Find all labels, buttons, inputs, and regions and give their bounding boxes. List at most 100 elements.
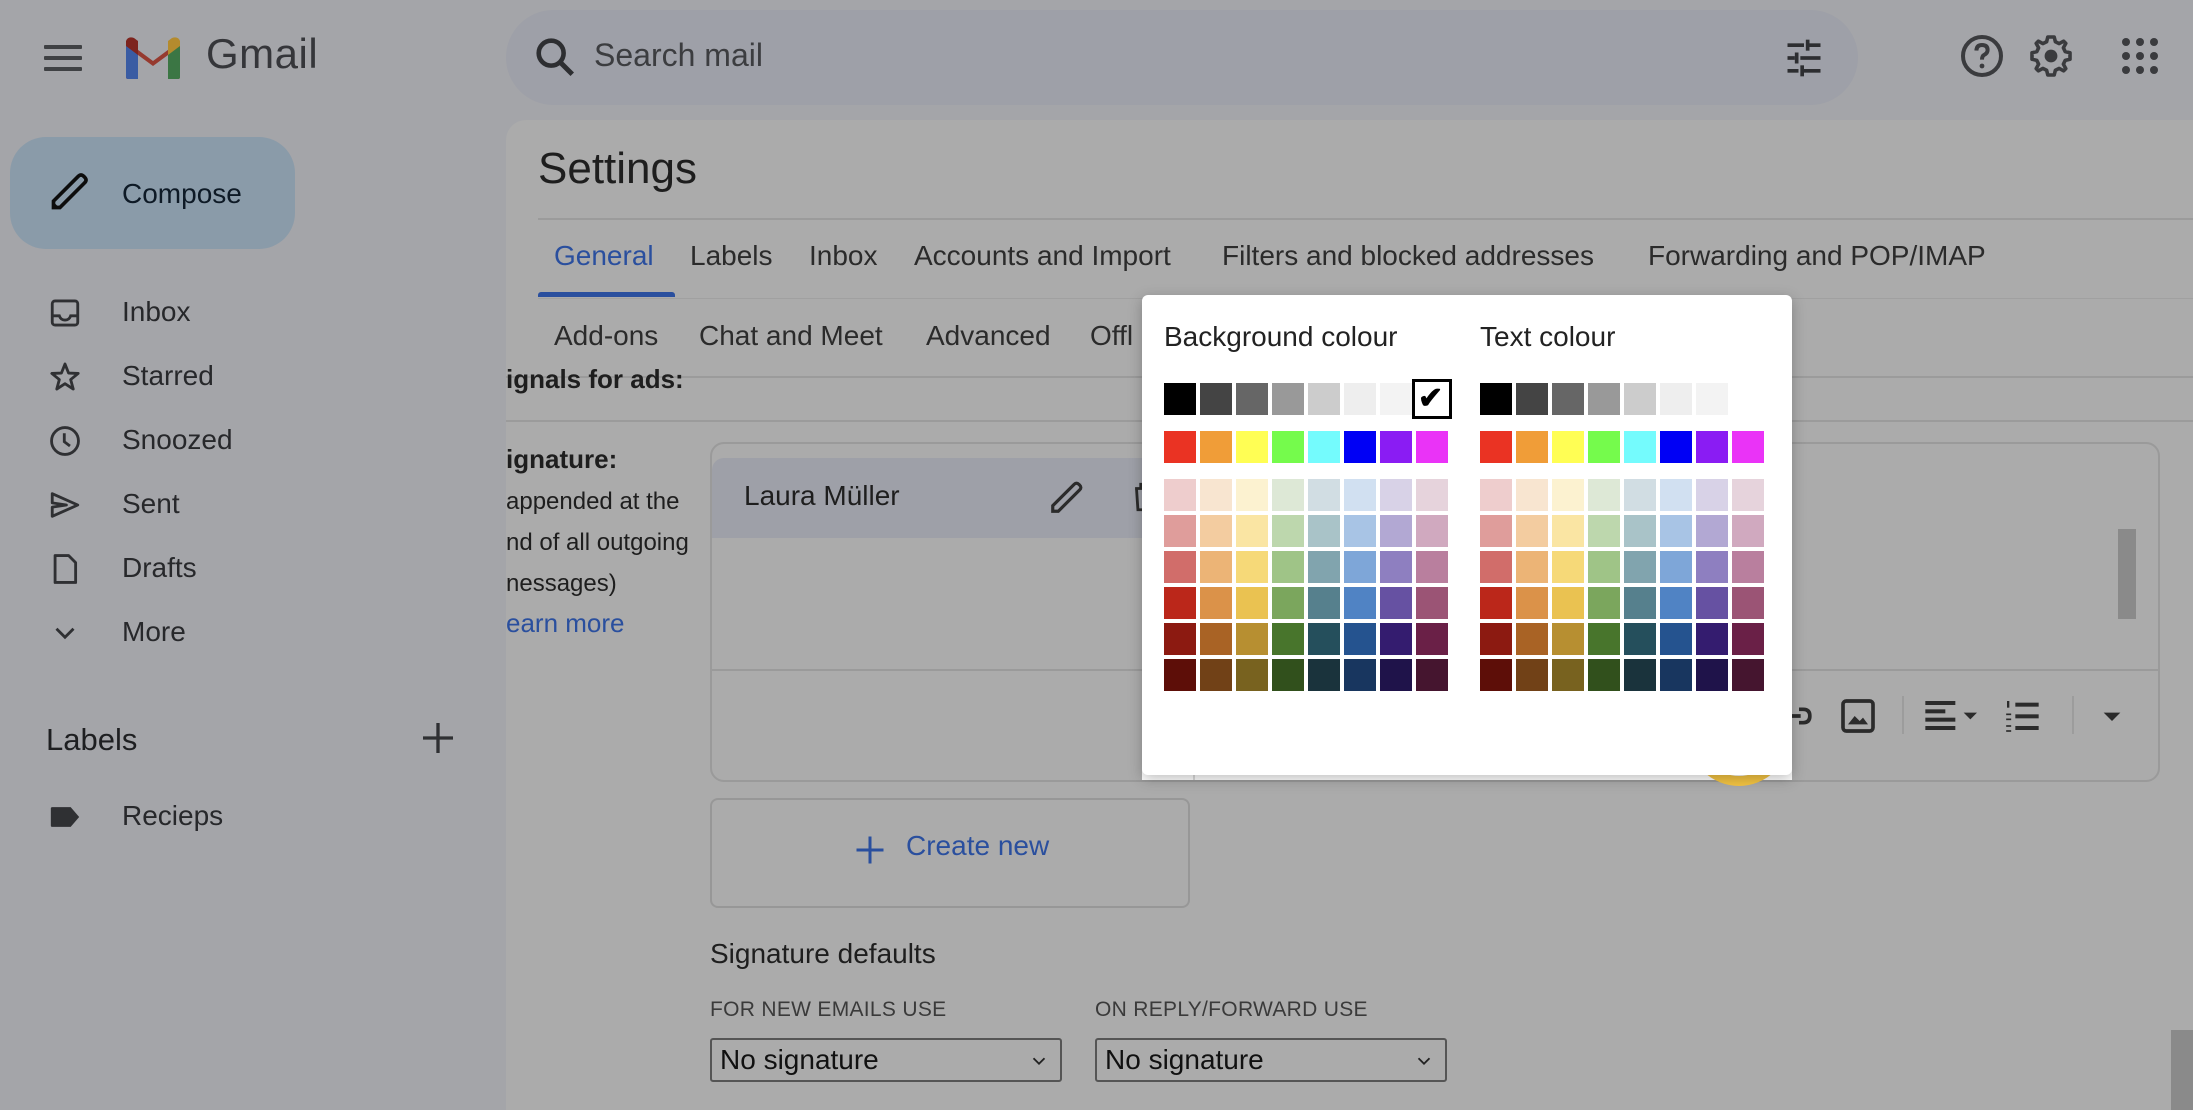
tab-advanced[interactable]: Advanced <box>926 320 1051 352</box>
gmail-logo-icon[interactable] <box>122 33 184 81</box>
bg-colour-swatch[interactable] <box>1380 623 1412 655</box>
bg-colour-swatch[interactable] <box>1164 623 1196 655</box>
bg-colour-swatch[interactable] <box>1236 587 1268 619</box>
bg-colour-swatch[interactable] <box>1380 587 1412 619</box>
text-colour-swatch[interactable] <box>1696 515 1728 547</box>
bg-colour-swatch[interactable] <box>1416 659 1448 691</box>
bg-colour-swatch[interactable] <box>1236 551 1268 583</box>
bg-colour-swatch[interactable] <box>1164 479 1196 511</box>
text-colour-swatch[interactable] <box>1516 383 1548 415</box>
text-colour-swatch[interactable] <box>1660 551 1692 583</box>
text-colour-swatch[interactable] <box>1588 659 1620 691</box>
tab-forwarding[interactable]: Forwarding and POP/IMAP <box>1648 240 1986 272</box>
apps-grid-icon[interactable] <box>2116 32 2164 80</box>
tab-inbox[interactable]: Inbox <box>809 240 878 272</box>
text-colour-swatch[interactable] <box>1480 659 1512 691</box>
bg-colour-swatch[interactable]: ✔ <box>1412 379 1452 419</box>
tab-labels[interactable]: Labels <box>690 240 773 272</box>
text-colour-swatch[interactable] <box>1696 383 1728 415</box>
bg-colour-swatch[interactable] <box>1236 659 1268 691</box>
text-colour-swatch[interactable] <box>1480 551 1512 583</box>
sidebar-item-snoozed[interactable]: Snoozed <box>0 412 480 468</box>
bg-colour-swatch[interactable] <box>1344 551 1376 583</box>
text-colour-swatch[interactable] <box>1552 551 1584 583</box>
bg-colour-swatch[interactable] <box>1236 383 1268 415</box>
main-menu-button[interactable] <box>44 38 84 78</box>
bg-colour-swatch[interactable] <box>1344 515 1376 547</box>
bg-colour-swatch[interactable] <box>1416 479 1448 511</box>
search-input[interactable]: Search mail <box>594 37 763 74</box>
edit-pencil-icon[interactable] <box>1048 478 1086 516</box>
bg-colour-swatch[interactable] <box>1308 587 1340 619</box>
sidebar-item-inbox[interactable]: Inbox <box>0 284 480 340</box>
text-colour-swatch[interactable] <box>1552 659 1584 691</box>
more-formatting-dropdown-icon[interactable] <box>2092 696 2132 736</box>
sidebar-item-starred[interactable]: Starred <box>0 348 480 404</box>
text-colour-swatch[interactable] <box>1588 383 1620 415</box>
bg-colour-swatch[interactable] <box>1380 659 1412 691</box>
text-colour-swatch[interactable] <box>1588 587 1620 619</box>
bg-colour-swatch[interactable] <box>1308 515 1340 547</box>
text-colour-swatch[interactable] <box>1624 587 1656 619</box>
tab-accounts-and-import[interactable]: Accounts and Import <box>914 240 1171 272</box>
bg-colour-swatch[interactable] <box>1308 659 1340 691</box>
text-colour-swatch[interactable] <box>1624 623 1656 655</box>
bg-colour-swatch[interactable] <box>1200 515 1232 547</box>
text-colour-swatch[interactable] <box>1588 551 1620 583</box>
text-colour-swatch[interactable] <box>1516 515 1548 547</box>
text-colour-swatch[interactable] <box>1732 515 1764 547</box>
text-colour-swatch[interactable] <box>1660 587 1692 619</box>
text-colour-swatch[interactable] <box>1516 479 1548 511</box>
search-bar[interactable]: Search mail <box>506 10 1858 105</box>
bg-colour-swatch[interactable] <box>1344 431 1376 463</box>
text-colour-swatch[interactable] <box>1588 623 1620 655</box>
bg-colour-swatch[interactable] <box>1380 479 1412 511</box>
text-colour-swatch[interactable] <box>1480 515 1512 547</box>
tab-chat-and-meet[interactable]: Chat and Meet <box>699 320 883 352</box>
text-colour-swatch[interactable] <box>1552 479 1584 511</box>
page-scrollbar[interactable] <box>2171 1030 2193 1110</box>
bg-colour-swatch[interactable] <box>1272 431 1304 463</box>
text-colour-swatch[interactable] <box>1624 515 1656 547</box>
settings-gear-icon[interactable] <box>2027 32 2075 80</box>
text-colour-swatch[interactable] <box>1624 383 1656 415</box>
text-colour-swatch[interactable] <box>1552 587 1584 619</box>
bg-colour-swatch[interactable] <box>1344 623 1376 655</box>
bg-colour-swatch[interactable] <box>1380 551 1412 583</box>
bg-colour-swatch[interactable] <box>1200 623 1232 655</box>
bg-colour-swatch[interactable] <box>1416 551 1448 583</box>
text-colour-swatch[interactable] <box>1588 515 1620 547</box>
text-colour-swatch[interactable] <box>1480 383 1512 415</box>
bg-colour-swatch[interactable] <box>1344 587 1376 619</box>
bg-colour-swatch[interactable] <box>1272 587 1304 619</box>
create-new-signature-button[interactable]: Create new <box>710 798 1190 908</box>
insert-image-icon[interactable] <box>1838 696 1878 736</box>
bg-colour-swatch[interactable] <box>1236 515 1268 547</box>
bg-colour-swatch[interactable] <box>1272 659 1304 691</box>
bg-colour-swatch[interactable] <box>1416 623 1448 655</box>
sidebar-item-more[interactable]: More <box>0 604 480 660</box>
text-colour-swatch[interactable] <box>1696 587 1728 619</box>
tab-general[interactable]: General <box>554 240 654 272</box>
bg-colour-swatch[interactable] <box>1416 431 1448 463</box>
text-colour-swatch[interactable] <box>1696 479 1728 511</box>
text-colour-swatch[interactable] <box>1480 431 1512 463</box>
bg-colour-swatch[interactable] <box>1272 551 1304 583</box>
text-colour-swatch[interactable] <box>1624 431 1656 463</box>
text-colour-swatch[interactable] <box>1516 587 1548 619</box>
bg-colour-swatch[interactable] <box>1200 383 1232 415</box>
bg-colour-swatch[interactable] <box>1344 479 1376 511</box>
text-colour-swatch[interactable] <box>1552 623 1584 655</box>
numbered-list-icon[interactable] <box>2002 696 2042 736</box>
help-icon[interactable] <box>1958 32 2006 80</box>
text-colour-swatch[interactable] <box>1660 431 1692 463</box>
text-colour-swatch[interactable] <box>1516 623 1548 655</box>
text-colour-swatch[interactable] <box>1660 623 1692 655</box>
text-colour-swatch[interactable] <box>1588 479 1620 511</box>
text-colour-swatch[interactable] <box>1552 383 1584 415</box>
text-colour-swatch[interactable] <box>1480 623 1512 655</box>
text-colour-swatch[interactable] <box>1624 479 1656 511</box>
bg-colour-swatch[interactable] <box>1236 431 1268 463</box>
bg-colour-swatch[interactable] <box>1416 515 1448 547</box>
learn-more-link[interactable]: earn more <box>506 608 625 639</box>
